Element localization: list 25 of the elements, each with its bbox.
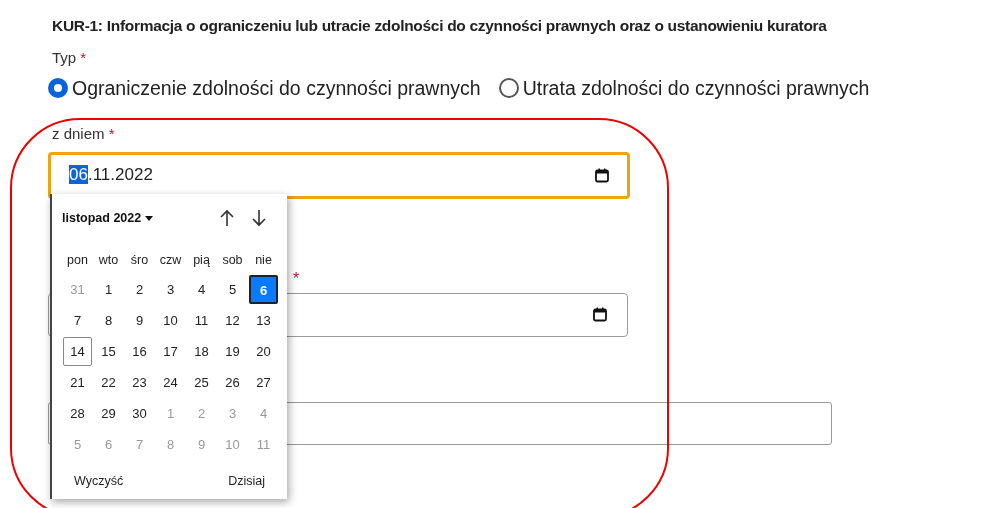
- radio-button[interactable]: [48, 78, 68, 99]
- field-label: Typ: [52, 49, 78, 67]
- radio-button[interactable]: [498, 78, 519, 99]
- weekday-label: wto: [97, 252, 120, 269]
- clear-link[interactable]: Wyczyść: [74, 472, 124, 491]
- month-selector[interactable]: listopad 2022: [62, 208, 154, 228]
- form-title: KUR-1: Informacja o ograniczeniu lub utracie zdolności do czynności prawnych oraz o ustanowieniu kuratora: [52, 16, 828, 36]
- radio-label[interactable]: Ograniczenie zdolności do czynności prawnych: [72, 73, 481, 103]
- calendar-day[interactable]: 6: [249, 275, 278, 304]
- caret-icon: [145, 215, 154, 221]
- required-mark: *: [293, 269, 300, 287]
- weekday-label: pią: [192, 252, 211, 269]
- weekday-label: sob: [221, 252, 244, 269]
- field-label: z dniem: [52, 125, 106, 142]
- weekday-label: czw: [158, 252, 183, 269]
- weekday-label: nie: [254, 252, 273, 269]
- weekday-label: pon: [66, 252, 89, 269]
- weekday-label: śro: [129, 252, 150, 269]
- calendar-icon[interactable]: [595, 167, 609, 183]
- calendar-icon[interactable]: [593, 307, 607, 322]
- radio-label[interactable]: Utrata zdolności do czynności prawnych: [522, 73, 870, 103]
- required-mark: *: [80, 49, 87, 67]
- today-link[interactable]: Dzisiaj: [228, 472, 265, 491]
- calendar-day[interactable]: 14: [63, 337, 92, 366]
- required-mark: *: [108, 125, 115, 142]
